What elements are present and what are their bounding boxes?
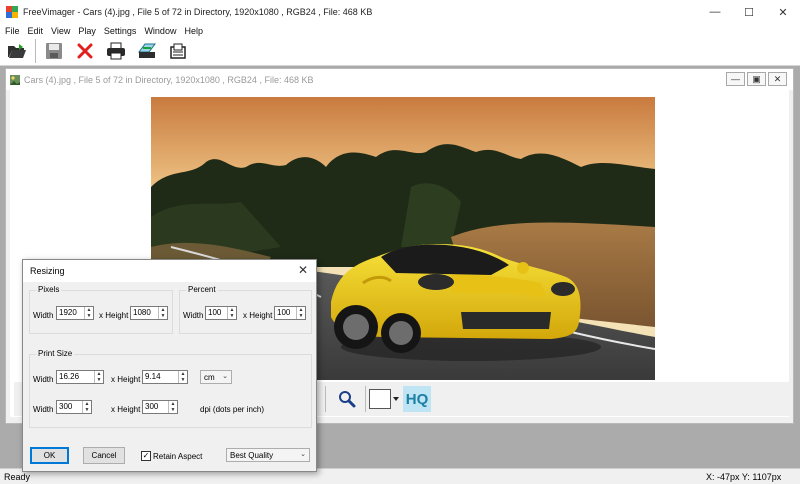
unit-select[interactable]: cm ⌄: [200, 370, 232, 384]
spin-arrows[interactable]: ▲ ▼: [94, 371, 103, 383]
percent-label: Percent: [186, 285, 218, 294]
close-button[interactable]: ✕: [766, 0, 800, 24]
percent-width-input[interactable]: 100 ▲ ▼: [205, 306, 237, 320]
document-icon: [10, 74, 20, 85]
menu-help[interactable]: Help: [184, 26, 203, 36]
spin-arrows[interactable]: ▲ ▼: [178, 371, 187, 383]
cancel-button[interactable]: Cancel: [83, 447, 125, 464]
viewer-separator: [325, 386, 326, 412]
chevron-down-icon: ⌄: [300, 451, 306, 458]
app-titlebar: FreeVimager - Cars (4).jpg , File 5 of 7…: [0, 0, 800, 24]
main-toolbar: [0, 37, 800, 66]
print-width-value: 16.26: [59, 372, 80, 381]
spin-arrows[interactable]: ▲ ▼: [84, 307, 93, 319]
save-icon: [46, 43, 62, 59]
quality-select[interactable]: Best Quality ⌄: [226, 448, 310, 462]
dpi-height-label: x Height: [111, 405, 141, 414]
cursor-coordinates: X: -47px Y: 1107px: [706, 471, 782, 482]
email-button[interactable]: [165, 39, 191, 63]
delete-button[interactable]: [72, 39, 98, 63]
background-color-button[interactable]: [369, 386, 399, 412]
pixels-width-value: 1920: [59, 308, 77, 317]
dpi-width-value: 300: [59, 402, 73, 411]
open-folder-icon: [8, 44, 26, 58]
open-button[interactable]: [4, 39, 30, 63]
spin-arrows[interactable]: ▲ ▼: [227, 307, 236, 319]
dpi-width-label: Width: [33, 405, 54, 414]
save-button[interactable]: [41, 39, 67, 63]
print-button[interactable]: [103, 39, 129, 63]
email-icon: [170, 43, 186, 59]
print-icon: [107, 42, 125, 60]
print-height-input[interactable]: 9.14 ▲ ▼: [142, 370, 188, 384]
print-size-group: Print Size: [29, 349, 312, 428]
print-size-label: Print Size: [36, 349, 75, 358]
dpi-height-value: 300: [145, 402, 159, 411]
pixels-height-label: x Height: [99, 311, 129, 320]
status-text: Ready: [4, 471, 31, 482]
menu-window[interactable]: Window: [144, 26, 176, 36]
document-close-button[interactable]: ✕: [768, 72, 787, 86]
retain-aspect-label: Retain Aspect: [153, 452, 203, 461]
print-height-value: 9.14: [145, 372, 161, 381]
viewer-separator: [365, 386, 366, 412]
dpi-width-input[interactable]: 300 ▲ ▼: [56, 400, 92, 414]
percent-height-label: x Height: [243, 311, 273, 320]
document-titlebar: Cars (4).jpg , File 5 of 72 in Directory…: [6, 69, 793, 90]
percent-width-label: Width: [183, 311, 204, 320]
menu-bar: File Edit View Play Settings Window Help: [0, 24, 800, 37]
document-maximize-button[interactable]: ▣: [747, 72, 766, 86]
pixels-width-label: Width: [33, 311, 54, 320]
percent-height-value: 100: [277, 308, 291, 317]
window-title: FreeVimager - Cars (4).jpg , File 5 of 7…: [23, 7, 373, 17]
menu-view[interactable]: View: [51, 26, 70, 36]
spin-arrows[interactable]: ▲ ▼: [296, 307, 305, 319]
chevron-down-icon: ⌄: [222, 373, 228, 380]
toolbar-separator: [35, 39, 36, 63]
dpi-height-input[interactable]: 300 ▲ ▼: [142, 400, 178, 414]
menu-settings[interactable]: Settings: [104, 26, 137, 36]
quality-value: Best Quality: [230, 450, 274, 460]
percent-width-value: 100: [208, 308, 222, 317]
dialog-close-button[interactable]: ✕: [296, 263, 310, 277]
spin-arrows[interactable]: ▲ ▼: [158, 307, 167, 319]
chevron-down-icon: [393, 397, 399, 401]
maximize-button[interactable]: ☐: [732, 0, 766, 24]
high-quality-toggle[interactable]: HQ: [403, 386, 431, 412]
pixels-height-value: 1080: [133, 308, 151, 317]
zoom-button[interactable]: [334, 386, 360, 412]
scan-icon: [138, 43, 156, 58]
delete-icon: [77, 43, 93, 59]
dialog-title: Resizing: [23, 260, 316, 282]
document-title: Cars (4).jpg , File 5 of 72 in Directory…: [24, 74, 314, 85]
minimize-button[interactable]: —: [698, 0, 732, 24]
color-swatch-icon: [369, 389, 391, 409]
unit-value: cm: [204, 372, 215, 382]
menu-edit[interactable]: Edit: [28, 26, 44, 36]
ok-button[interactable]: OK: [30, 447, 69, 464]
pixels-height-input[interactable]: 1080 ▲ ▼: [130, 306, 168, 320]
menu-file[interactable]: File: [5, 26, 20, 36]
freevimager-app-icon: [6, 6, 18, 18]
print-height-label: x Height: [111, 375, 141, 384]
document-minimize-button[interactable]: —: [726, 72, 745, 86]
percent-height-input[interactable]: 100 ▲ ▼: [274, 306, 306, 320]
spin-arrows[interactable]: ▲ ▼: [168, 401, 177, 413]
resizing-dialog: Resizing ✕ Pixels Width 1920 ▲ ▼ x Height…: [22, 259, 317, 472]
scan-button[interactable]: [134, 39, 160, 63]
spin-arrows[interactable]: ▲ ▼: [82, 401, 91, 413]
magnifier-icon: [339, 391, 356, 408]
print-width-label: Width: [33, 375, 54, 384]
print-width-input[interactable]: 16.26 ▲ ▼: [56, 370, 104, 384]
retain-aspect-checkbox[interactable]: ✓: [141, 451, 151, 461]
pixels-label: Pixels: [36, 285, 62, 294]
dpi-label: dpi (dots per inch): [200, 405, 265, 414]
menu-play[interactable]: Play: [78, 26, 96, 36]
pixels-width-input[interactable]: 1920 ▲ ▼: [56, 306, 94, 320]
